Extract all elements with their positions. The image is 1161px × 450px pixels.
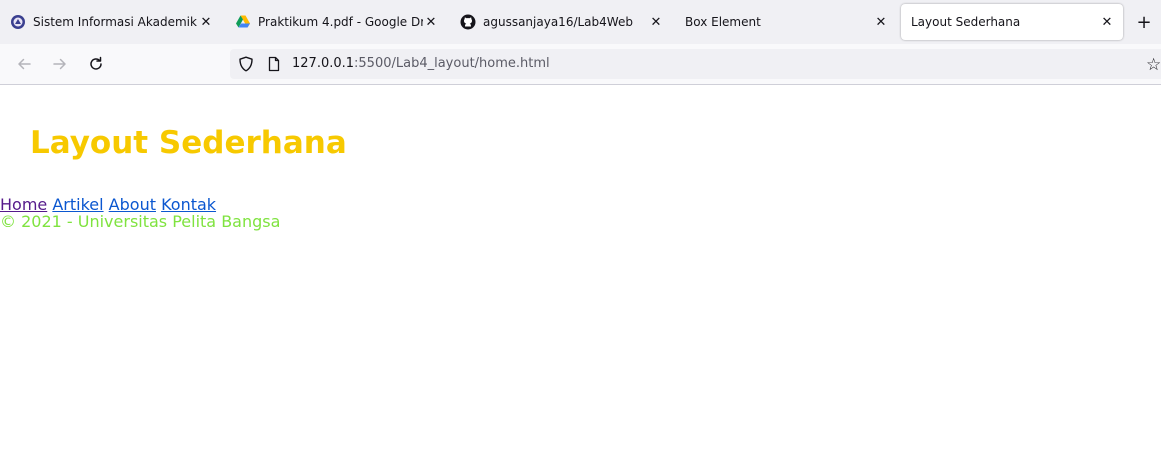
page-icon[interactable] <box>266 56 282 72</box>
tab-github-lab4web[interactable]: agussanjaya16/Lab4Web ✕ <box>450 4 672 40</box>
github-icon <box>460 14 476 30</box>
tab-google-drive[interactable]: Praktikum 4.pdf - Google Drive ✕ <box>225 4 447 40</box>
url-text[interactable]: 127.0.0.1:5500/Lab4_layout/home.html <box>292 56 550 72</box>
page-title: Layout Sederhana <box>30 125 347 161</box>
url-path: :5500/Lab4_layout/home.html <box>354 56 550 71</box>
tab-box-element[interactable]: Box Element ✕ <box>675 4 897 40</box>
bookmark-star-icon[interactable]: ☆ <box>1146 55 1161 75</box>
page-content: Layout Sederhana Home Artikel About Kont… <box>0 85 1161 450</box>
tab-title: Praktikum 4.pdf - Google Drive <box>258 15 423 29</box>
university-seal-icon <box>10 14 26 30</box>
close-icon[interactable]: ✕ <box>1099 14 1115 30</box>
close-icon[interactable]: ✕ <box>648 14 664 30</box>
close-icon[interactable]: ✕ <box>423 14 439 30</box>
forward-arrow-icon[interactable] <box>48 52 72 76</box>
tab-title: Layout Sederhana <box>911 15 1021 29</box>
tab-title: Box Element <box>685 15 761 29</box>
back-arrow-icon[interactable] <box>12 52 36 76</box>
url-bar[interactable]: 127.0.0.1:5500/Lab4_layout/home.html <box>230 49 1161 79</box>
tab-strip: Sistem Informasi Akademik ✕ Praktikum 4.… <box>0 0 1161 44</box>
tracking-protection-shield-icon[interactable] <box>238 56 254 72</box>
plus-icon[interactable]: + <box>1133 11 1155 33</box>
url-host: 127.0.0.1 <box>292 56 355 71</box>
reload-icon[interactable] <box>84 52 108 76</box>
tab-layout-sederhana[interactable]: Layout Sederhana ✕ <box>901 4 1123 40</box>
tab-title: agussanjaya16/Lab4Web <box>483 15 633 29</box>
tab-title: Sistem Informasi Akademik <box>33 15 197 29</box>
google-drive-icon <box>235 14 251 30</box>
close-icon[interactable]: ✕ <box>873 14 889 30</box>
tab-sistem-informasi-akademik[interactable]: Sistem Informasi Akademik ✕ <box>0 4 222 40</box>
footer-copyright: © 2021 - Universitas Pelita Bangsa <box>0 212 281 231</box>
close-icon[interactable]: ✕ <box>198 14 214 30</box>
navigation-toolbar: 127.0.0.1:5500/Lab4_layout/home.html <box>0 44 1161 85</box>
